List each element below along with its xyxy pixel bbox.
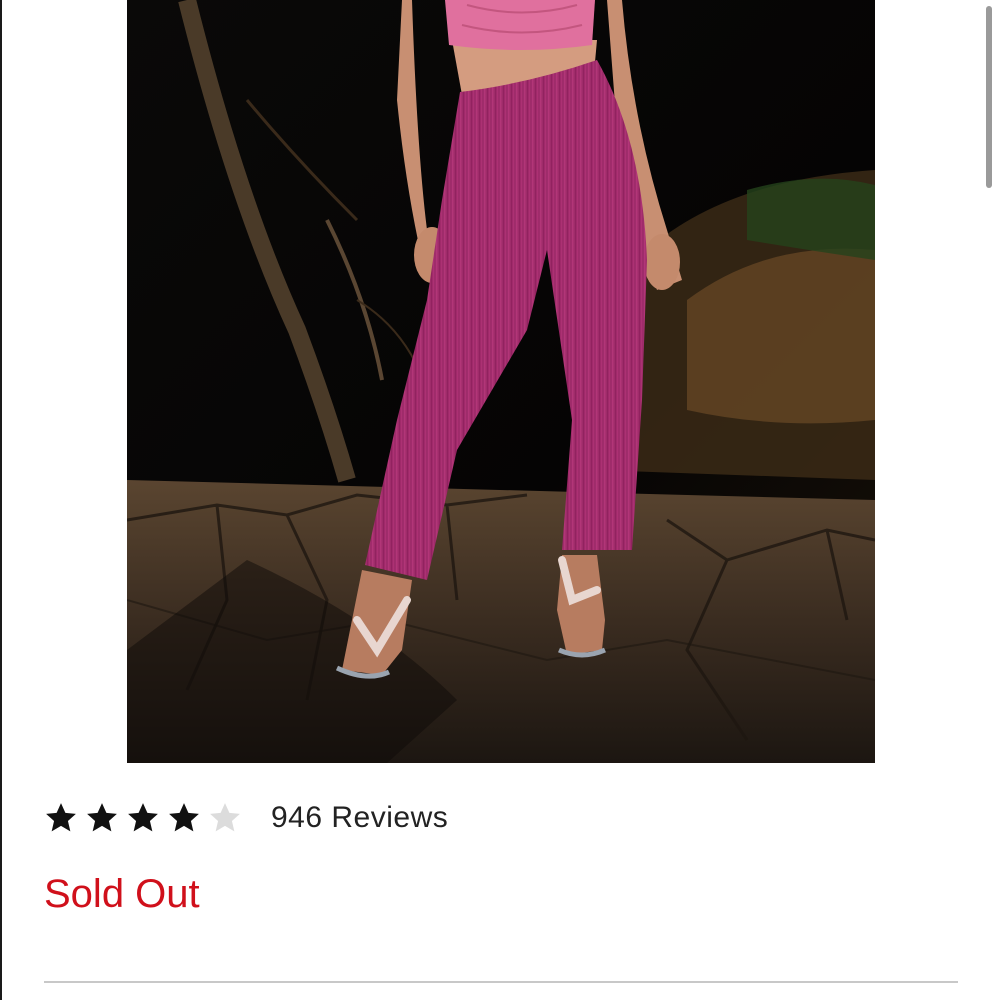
rating-row[interactable]: 946 Reviews xyxy=(44,796,448,840)
product-page: 946 Reviews Sold Out xyxy=(0,0,1000,1000)
star-filled-icon xyxy=(44,801,78,835)
star-rating xyxy=(44,801,249,835)
star-empty-icon xyxy=(208,801,242,835)
star-filled-icon xyxy=(85,801,119,835)
product-photo xyxy=(127,0,875,763)
product-image[interactable] xyxy=(127,0,875,763)
star-filled-icon xyxy=(167,801,201,835)
scrollbar-thumb[interactable] xyxy=(986,6,992,188)
window-edge xyxy=(0,0,2,1000)
star-filled-icon xyxy=(126,801,160,835)
availability-status: Sold Out xyxy=(44,872,200,916)
section-divider xyxy=(44,981,958,983)
reviews-link[interactable]: 946 Reviews xyxy=(271,801,448,835)
